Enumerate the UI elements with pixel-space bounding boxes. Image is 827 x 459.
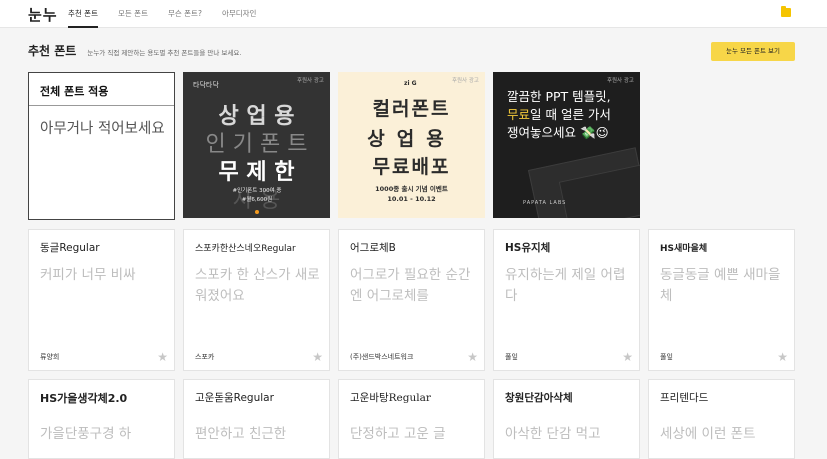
font-card-changwon-dangam[interactable]: 창원단감아삭체 아삭한 단감 먹고	[493, 379, 640, 459]
section-title: 추천 폰트	[28, 44, 77, 58]
star-icon[interactable]: ★	[312, 350, 323, 364]
font-card-dongle[interactable]: 동글Regular 커피가 너무 비싸 류양희 ★	[28, 229, 175, 371]
font-name[interactable]: 고운돋움Regular	[195, 390, 274, 405]
star-icon[interactable]: ★	[777, 350, 788, 364]
font-card-hs-autumn[interactable]: HS가을생각체2.0 가을단풍구경 하	[28, 379, 175, 459]
font-sample: 유지하는게 제일 어렵다	[505, 267, 626, 304]
font-card-spoqa[interactable]: 스포카한산스네오Regular 스포카 한 산스가 새로워졌어요 스포카 ★	[183, 229, 330, 371]
font-sample: 스포카 한 산스가 새로워졌어요	[195, 267, 320, 304]
ad-headline-row: 컬러폰트	[372, 98, 451, 120]
ad-headline-row: 상업용	[367, 128, 456, 150]
star-icon[interactable]: ★	[157, 350, 168, 364]
ad-headline-row: 무료배포	[372, 156, 451, 178]
font-card-pretendard[interactable]: 프리텐다드 세상에 이런 폰트	[648, 379, 795, 459]
ad-event-title: 1000종 출시 기념 이벤트	[375, 185, 448, 193]
ad-line: 깔끔한 PPT 템플릿,	[507, 89, 611, 104]
sponsor-ad-papata[interactable]: 후원사 광고 깔끔한 PPT 템플릿, 무료일 때 얼른 가서 쟁여놓으세요 💸…	[493, 72, 640, 218]
preview-text-input[interactable]: 아무거나 적어보세요	[40, 119, 168, 139]
font-sample: 가을단풍구경 하	[40, 426, 132, 442]
font-author: 풀잎	[505, 353, 518, 361]
font-author: 스포카	[195, 353, 215, 361]
sponsor-ad-tadak[interactable]: 후원사 광고 타닥타닥 상 업 용 인 기 폰 트 무 제 한 사 용 #인기폰…	[183, 72, 330, 218]
ad-line: 무료일 때 얼른 가서	[507, 106, 637, 124]
font-sample: 단정하고 고운 글	[350, 426, 446, 442]
ad-footnote-line: #인기폰트 300여 종	[232, 188, 282, 194]
font-sample: 커피가 너무 비싸	[40, 267, 136, 283]
view-all-fonts-button[interactable]: 눈누 모든 폰트 보기	[711, 42, 795, 61]
ad-footnote-line: #월6,600원	[241, 197, 273, 203]
main-nav: 추천 폰트 모든 폰트 무슨 폰트? 아무디자인	[68, 0, 276, 28]
top-navigation-bar: 눈누 추천 폰트 모든 폰트 무슨 폰트? 아무디자인	[0, 0, 827, 28]
font-sample: 동글동글 예쁜 새마을체	[660, 267, 781, 304]
font-card-gowun-batang[interactable]: 고운바탕Regular 단정하고 고운 글	[338, 379, 485, 459]
font-name[interactable]: 프리텐다드	[660, 390, 708, 405]
tab-recommended-fonts[interactable]: 추천 폰트	[68, 0, 98, 28]
font-author: 류양희	[40, 353, 60, 361]
star-icon[interactable]: ★	[467, 350, 478, 364]
tab-all-fonts[interactable]: 모든 폰트	[118, 0, 148, 28]
font-sample: 세상에 이런 폰트	[660, 426, 756, 442]
star-icon[interactable]: ★	[622, 350, 633, 364]
font-name[interactable]: 스포카한산스네오Regular	[195, 241, 296, 254]
ad-line-text: 쟁여놓으세요	[507, 125, 577, 140]
font-name[interactable]: HS새마을체	[660, 241, 707, 254]
font-name[interactable]: HS가을생각체2.0	[40, 390, 127, 406]
site-logo[interactable]: 눈누	[28, 4, 58, 25]
section-header: 추천 폰트 눈누가 직접 제안하는 용도별 추천 폰트들을 만나 보세요.	[28, 42, 241, 59]
font-card-hs-yuji[interactable]: HS유지체 유지하는게 제일 어렵다 풀잎 ★	[493, 229, 640, 371]
font-card-hs-saemaeul[interactable]: HS새마을체 동글동글 예쁜 새마을체 풀잎 ★	[648, 229, 795, 371]
font-name[interactable]: 동글Regular	[40, 240, 100, 255]
font-card-aggro[interactable]: 어그로체B 어그로가 필요한 순간엔 어그로체를 (주)샌드박스네트워크 ★	[338, 229, 485, 371]
ad-label: 후원사 광고	[296, 78, 324, 84]
ad-brand: 타닥타닥	[193, 81, 219, 89]
ad-highlight: 무료	[507, 107, 531, 122]
font-author: (주)샌드박스네트워크	[350, 353, 414, 361]
apply-all-fonts-label[interactable]: 전체 폰트 적용	[40, 83, 108, 99]
ad-brand: PAPATA LABS	[523, 200, 567, 206]
ad-footnote: #인기폰트 300여 종 #월6,600원	[227, 187, 287, 205]
section-subtitle: 눈누가 직접 제안하는 용도별 추천 폰트들을 만나 보세요.	[87, 49, 242, 57]
font-sample: 어그로가 필요한 순간엔 어그로체를	[350, 267, 471, 304]
ad-line-rest: 일 때 얼른 가서	[530, 107, 611, 122]
ad-brand: zi G	[404, 80, 417, 87]
money-wink-emoji-icon: 💸😉	[580, 125, 609, 140]
font-sample: 아삭한 단감 먹고	[505, 426, 601, 442]
divider	[29, 105, 174, 106]
font-name[interactable]: 고운바탕Regular	[350, 390, 431, 405]
ad-event-dates: 10.01 - 10.12	[387, 195, 436, 203]
ad-line: 쟁여놓으세요 💸😉	[507, 124, 637, 142]
font-card-gowun-dodum[interactable]: 고운돋움Regular 편안하고 친근한	[183, 379, 330, 459]
tab-what-font[interactable]: 무슨 폰트?	[168, 0, 202, 28]
font-name[interactable]: HS유지체	[505, 240, 550, 255]
ad-label: 후원사 광고	[606, 78, 634, 84]
font-name[interactable]: 창원단감아삭체	[505, 390, 573, 405]
preview-text-card[interactable]: 전체 폰트 적용 아무거나 적어보세요	[28, 72, 175, 220]
tab-amu-design[interactable]: 아무디자인	[222, 0, 257, 28]
font-name[interactable]: 어그로체B	[350, 240, 396, 255]
font-sample: 편안하고 친근한	[195, 426, 287, 442]
ad-dot-decoration	[255, 210, 259, 214]
folder-icon[interactable]	[781, 6, 791, 17]
sponsor-ad-zig[interactable]: 후원사 광고 zi G 컬러폰트 상업용 무료배포 1000종 출시 기념 이벤…	[338, 72, 485, 218]
ad-label: 후원사 광고	[451, 78, 479, 84]
ad-subtext: 1000종 출시 기념 이벤트 10.01 - 10.12	[338, 184, 485, 204]
ad-headline: 깔끔한 PPT 템플릿, 무료일 때 얼른 가서 쟁여놓으세요 💸😉	[507, 88, 637, 142]
font-author: 풀잎	[660, 353, 673, 361]
